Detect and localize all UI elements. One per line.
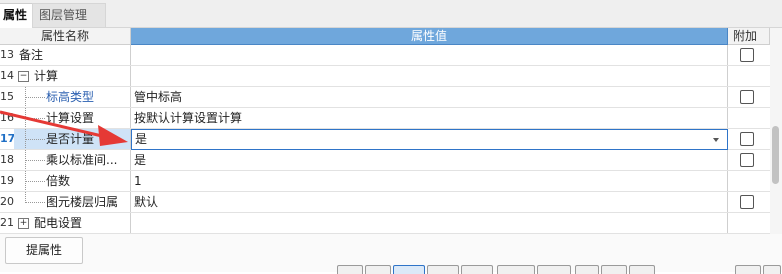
toolbar-icon[interactable]	[629, 265, 655, 274]
toolbar-icon[interactable]	[575, 265, 599, 274]
annotation-arrow-icon	[0, 110, 128, 146]
toolbar-icon[interactable]	[365, 265, 391, 274]
toolbar-icon[interactable]	[337, 265, 363, 274]
bottom-toolbar: 提属性	[0, 234, 782, 274]
toolbar-icon[interactable]	[735, 265, 761, 274]
toolbar-icon[interactable]	[763, 265, 781, 274]
toolbar-icon[interactable]	[461, 265, 493, 274]
toolbar-icon[interactable]	[393, 265, 425, 274]
toolbar-icon[interactable]	[537, 265, 571, 274]
toolbar-icon[interactable]	[497, 265, 535, 274]
extract-properties-button[interactable]: 提属性	[5, 237, 83, 264]
toolbar-icon[interactable]	[427, 265, 459, 274]
toolbar-icon[interactable]	[601, 265, 627, 274]
